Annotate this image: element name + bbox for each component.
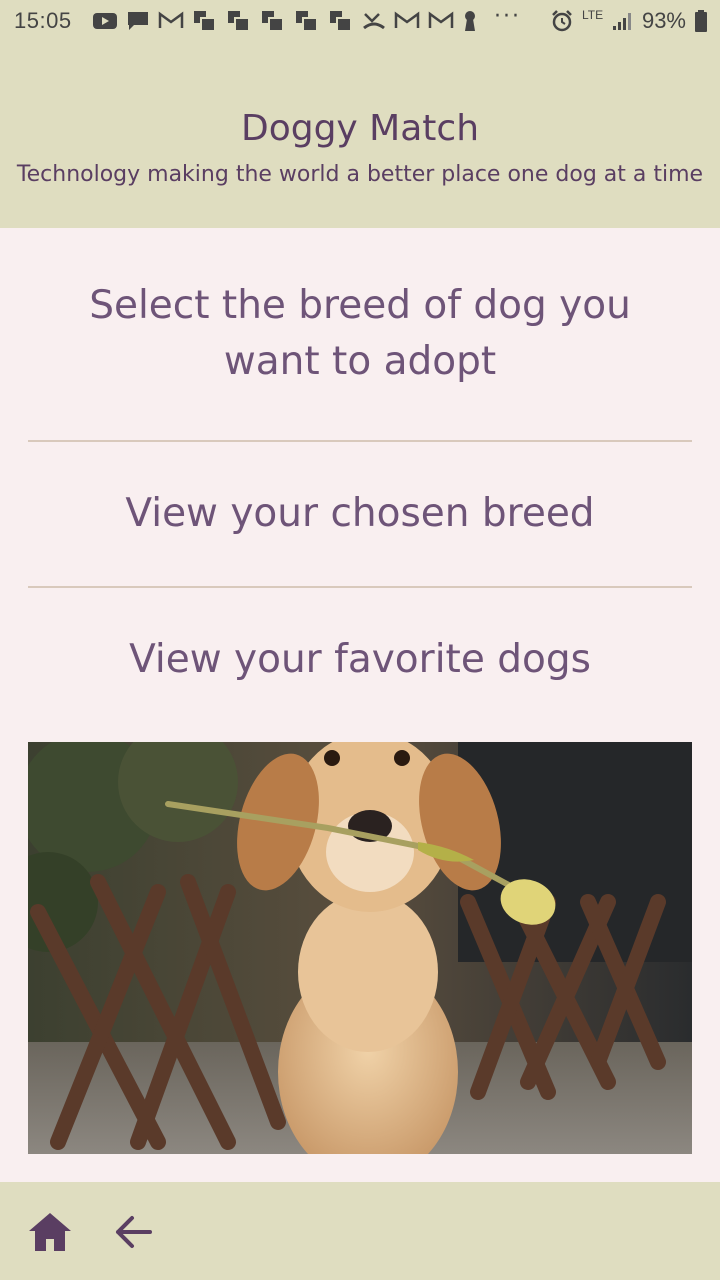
bottom-nav-bar xyxy=(0,1182,720,1280)
gmail-icon xyxy=(394,11,420,28)
copy-icon xyxy=(262,11,284,32)
status-bar: 15:05 ··· LTE 93% xyxy=(0,0,720,44)
arrow-left-icon xyxy=(116,1216,152,1248)
copy-icon xyxy=(228,11,250,32)
keyhole-icon xyxy=(465,11,475,31)
battery-icon xyxy=(695,10,707,32)
back-button[interactable] xyxy=(110,1208,158,1256)
dog-photo xyxy=(28,742,692,1154)
missed-call-icon xyxy=(363,13,385,30)
signal-icon xyxy=(612,13,631,30)
app-subtitle: Technology making the world a better pla… xyxy=(16,162,704,187)
view-favorite-dogs-link[interactable]: View your favorite dogs xyxy=(28,588,692,732)
view-chosen-breed-link[interactable]: View your chosen breed xyxy=(28,442,692,586)
select-breed-link[interactable]: Select the breed of dog you want to adop… xyxy=(28,228,692,440)
gmail-icon xyxy=(158,11,184,28)
youtube-icon xyxy=(93,13,117,29)
copy-icon xyxy=(296,11,318,32)
gmail-icon xyxy=(428,11,454,28)
alarm-icon xyxy=(552,10,572,32)
home-icon xyxy=(29,1213,71,1251)
chat-icon xyxy=(128,12,148,30)
notification-icons xyxy=(92,10,478,32)
main-menu: Select the breed of dog you want to adop… xyxy=(28,228,692,732)
app-header: Doggy Match Technology making the world … xyxy=(0,44,720,228)
copy-icon xyxy=(330,11,352,32)
status-time: 15:05 xyxy=(14,8,72,33)
network-type: LTE xyxy=(581,8,604,22)
home-button[interactable] xyxy=(26,1208,74,1256)
more-notifications-icon: ··· xyxy=(494,4,521,29)
copy-icon xyxy=(194,11,216,32)
app-title: Doggy Match xyxy=(240,108,480,149)
battery-percent: 93% xyxy=(641,8,686,33)
